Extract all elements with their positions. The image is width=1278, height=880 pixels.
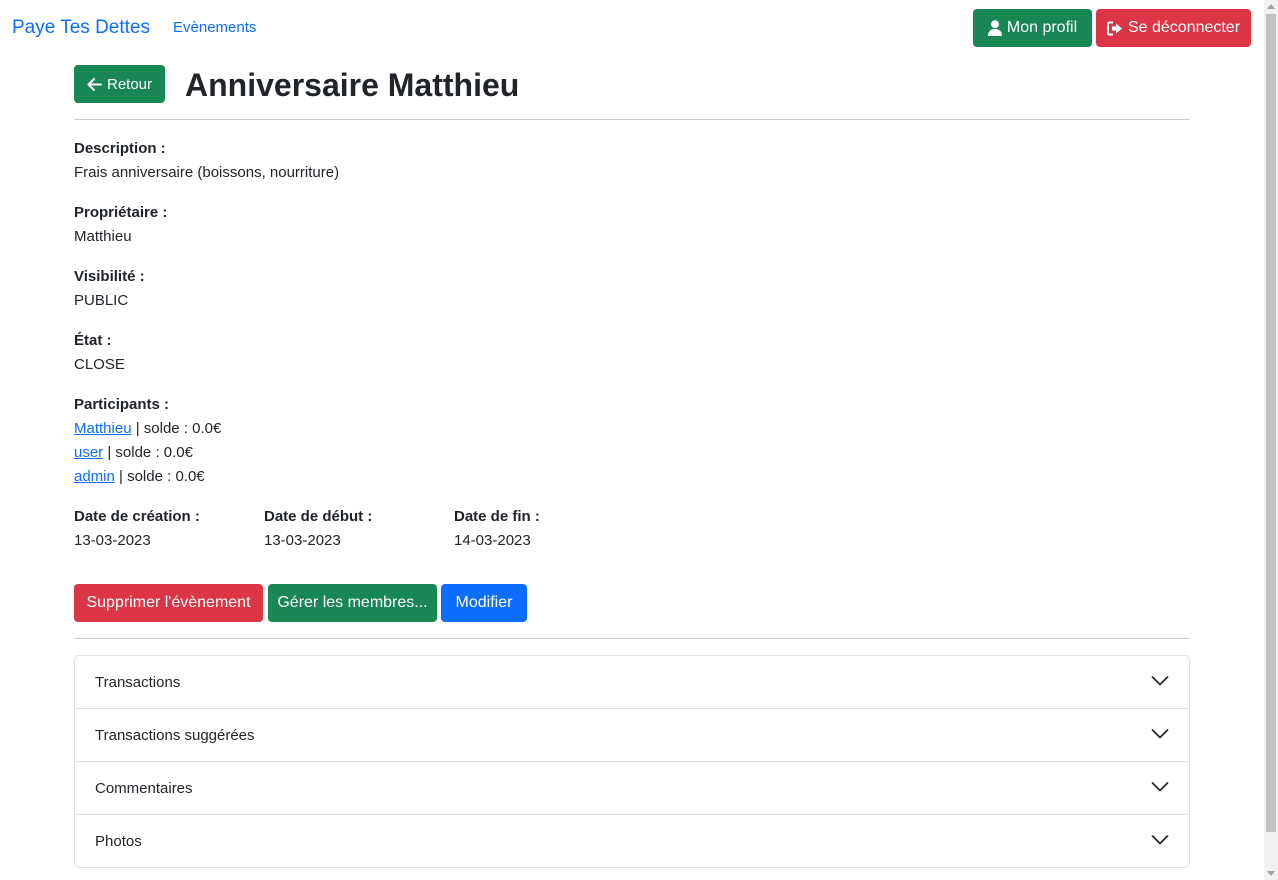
accordion: Transactions Transactions suggérées Comm… [74, 655, 1190, 868]
delete-event-button[interactable]: Supprimer l'évènement [74, 584, 263, 622]
edit-button[interactable]: Modifier [441, 584, 527, 622]
owner-label: Propriétaire : [74, 204, 168, 221]
accordion-item-transactions[interactable]: Transactions [75, 656, 1189, 709]
accordion-item-photos[interactable]: Photos [75, 815, 1189, 867]
scrollbar-thumb[interactable] [1266, 14, 1276, 832]
chevron-down-icon [1151, 835, 1169, 845]
back-button[interactable]: Retour [74, 65, 165, 103]
description-label: Description : [74, 140, 166, 157]
page-title: Anniversaire Matthieu [185, 67, 520, 103]
profile-button-label: Mon profil [1006, 19, 1078, 36]
chevron-down-icon [1151, 729, 1169, 739]
accordion-item-label: Commentaires [95, 780, 193, 797]
sign-out-icon [1106, 21, 1122, 35]
accordion-item-label: Transactions [95, 674, 181, 691]
participant-row: user | solde : 0.0€ [74, 444, 193, 461]
participants-label: Participants : [74, 396, 170, 413]
user-icon [987, 20, 1002, 36]
visibility-label: Visibilité : [74, 268, 145, 285]
brand-link[interactable]: Paye Tes Dettes [12, 17, 150, 39]
chevron-down-icon [1151, 782, 1169, 792]
scroll-up-arrow-icon[interactable] [1267, 4, 1275, 9]
arrow-left-icon [87, 77, 102, 91]
start-date-value: 13-03-2023 [264, 532, 341, 549]
end-date-label: Date de fin : [454, 508, 540, 525]
participant-link[interactable]: user [74, 444, 103, 461]
manage-members-button[interactable]: Gérer les membres... [268, 584, 437, 622]
scrollbar[interactable] [1264, 0, 1278, 880]
participant-link[interactable]: Matthieu [74, 420, 132, 437]
navbar: Paye Tes Dettes Evènements Mon profil Se… [0, 0, 1264, 56]
chevron-down-icon [1151, 676, 1169, 686]
back-button-label: Retour [106, 75, 153, 93]
nav-link-events[interactable]: Evènements [173, 19, 256, 36]
actions-divider [74, 638, 1190, 639]
visibility-value: PUBLIC [74, 292, 129, 309]
scroll-down-arrow-icon[interactable] [1267, 871, 1275, 876]
accordion-item-label: Photos [95, 833, 142, 850]
accordion-item-comments[interactable]: Commentaires [75, 762, 1189, 815]
creation-date-value: 13-03-2023 [74, 532, 151, 549]
participant-balance: | solde : 0.0€ [131, 420, 222, 437]
start-date-label: Date de début : [264, 508, 373, 525]
accordion-item-suggested-transactions[interactable]: Transactions suggérées [75, 709, 1189, 762]
description-value: Frais anniversaire (boissons, nourriture… [74, 164, 340, 181]
logout-button[interactable]: Se déconnecter [1096, 9, 1251, 47]
header-divider [74, 119, 1190, 120]
end-date-value: 14-03-2023 [454, 532, 531, 549]
state-value: CLOSE [74, 356, 125, 373]
participant-link[interactable]: admin [74, 468, 115, 485]
logout-button-label: Se déconnecter [1127, 19, 1241, 36]
participant-row: Matthieu | solde : 0.0€ [74, 420, 221, 437]
profile-button[interactable]: Mon profil [973, 9, 1092, 47]
participant-row: admin | solde : 0.0€ [74, 468, 205, 485]
creation-date-label: Date de création : [74, 508, 200, 525]
owner-value: Matthieu [74, 228, 132, 245]
participant-balance: | solde : 0.0€ [114, 468, 205, 485]
accordion-item-label: Transactions suggérées [95, 727, 255, 744]
state-label: État : [74, 332, 112, 349]
participant-balance: | solde : 0.0€ [103, 444, 193, 461]
